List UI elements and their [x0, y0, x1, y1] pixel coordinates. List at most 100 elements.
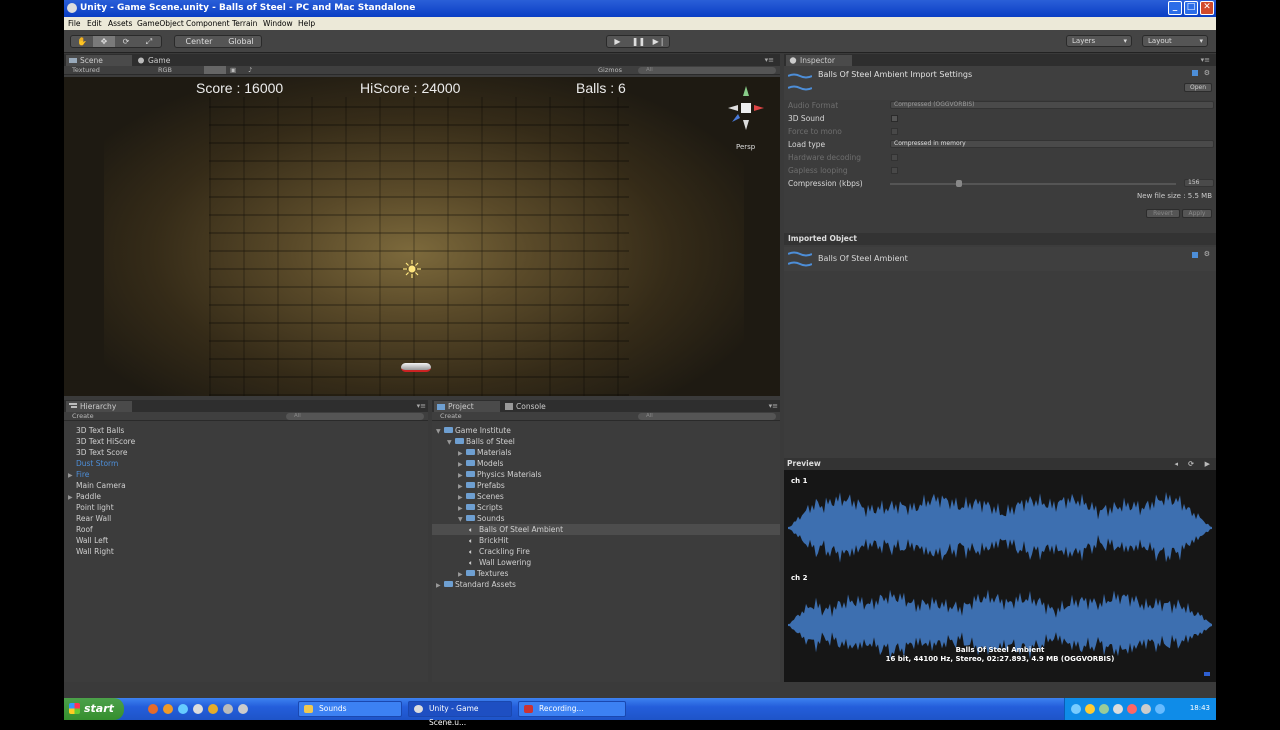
menu-file[interactable]: File [68, 19, 81, 28]
unity-quick-icon[interactable] [223, 704, 233, 714]
tab-hierarchy[interactable]: Hierarchy [66, 401, 132, 412]
light-gizmo-icon[interactable] [402, 259, 422, 279]
hierarchy-item[interactable]: Dust Storm [68, 458, 118, 469]
audio-format-dropdown[interactable]: Compressed (OGGVORBIS) [890, 101, 1214, 109]
tray-icon-2[interactable] [1085, 704, 1095, 714]
hierarchy-item[interactable]: ▶ Paddle [68, 491, 101, 502]
tray-icon-4[interactable] [1113, 704, 1123, 714]
layers-dropdown[interactable]: Layers [1066, 35, 1132, 47]
volume-icon[interactable] [1141, 704, 1151, 714]
tray-icon-3[interactable] [1099, 704, 1109, 714]
panel-menu-icon[interactable]: ▾≡ [765, 56, 774, 64]
image-toggle-icon[interactable]: ▣ [230, 66, 236, 74]
tray-icon-5[interactable] [1127, 704, 1137, 714]
preview-play-icon[interactable]: ▶ [1205, 458, 1210, 470]
hierarchy-item[interactable]: Main Camera [68, 480, 126, 491]
preview-refresh-icon[interactable]: ⟳ [1188, 458, 1194, 470]
expand-arrow-icon[interactable]: ▶ [436, 580, 444, 591]
help-book-icon[interactable] [1192, 70, 1198, 76]
task-recording[interactable]: Recording... [518, 701, 626, 717]
project-folder-item[interactable]: ▶ Physics Materials [432, 469, 780, 480]
orientation-gizmo-icon[interactable] [726, 84, 766, 138]
compression-slider-thumb[interactable] [956, 180, 962, 187]
close-button[interactable]: ✕ [1200, 1, 1214, 15]
project-folder-item[interactable]: ▼ Game Institute [432, 425, 780, 436]
project-create-dropdown[interactable]: Create [440, 412, 462, 420]
hierarchy-item[interactable]: 3D Text HiScore [68, 436, 135, 447]
load-type-dropdown[interactable]: Compressed in memory [890, 140, 1214, 148]
imported-help-icon[interactable] [1192, 252, 1198, 258]
gear-icon[interactable]: ⚙ [1204, 69, 1210, 77]
ie-icon[interactable] [178, 704, 188, 714]
scene-search-input[interactable]: All [638, 67, 776, 74]
tab-inspector[interactable]: Inspector [786, 55, 852, 66]
tab-project[interactable]: Project [434, 401, 500, 412]
open-button[interactable]: Open [1184, 83, 1212, 92]
imported-gear-icon[interactable]: ⚙ [1204, 250, 1210, 258]
apply-button[interactable]: Apply [1182, 209, 1212, 218]
hand-tool-icon[interactable]: ✋ [71, 36, 93, 47]
hierarchy-item[interactable]: Roof [68, 524, 93, 535]
chrome-icon[interactable] [208, 704, 218, 714]
project-search-input[interactable]: All [638, 413, 776, 420]
move-tool-icon[interactable]: ✥ [93, 36, 115, 47]
project-folder-item[interactable]: ▶ Textures [432, 568, 780, 579]
project-folder-item[interactable]: ▼ Balls of Steel [432, 436, 780, 447]
hierarchy-menu-icon[interactable]: ▾≡ [417, 402, 426, 410]
project-sound-item[interactable]: 🔈︎ Wall Lowering [432, 557, 780, 568]
start-button[interactable]: start [64, 698, 124, 720]
minimize-button[interactable]: _ [1168, 1, 1182, 15]
revert-button[interactable]: Revert [1146, 209, 1180, 218]
menu-gameobject[interactable]: GameObject [137, 19, 184, 28]
tab-game[interactable]: Game [134, 55, 194, 66]
menu-edit[interactable]: Edit [87, 19, 102, 28]
project-folder-item[interactable]: ▶ Prefabs [432, 480, 780, 491]
view-persp-label[interactable]: Persp [736, 143, 755, 151]
project-sound-item[interactable]: 🔈︎ BrickHit [432, 535, 780, 546]
network-icon[interactable] [1155, 704, 1165, 714]
hierarchy-item[interactable]: Wall Left [68, 535, 108, 546]
hierarchy-search-input[interactable]: All [286, 413, 424, 420]
tab-scene[interactable]: Scene [66, 55, 132, 66]
compression-value-field[interactable]: 156 [1184, 179, 1214, 187]
hierarchy-item[interactable]: 3D Text Balls [68, 425, 124, 436]
project-folder-item[interactable]: ▶ Standard Assets [432, 579, 780, 590]
hardware-decoding-checkbox[interactable] [891, 154, 898, 161]
project-folder-item[interactable]: ▶ Scenes [432, 491, 780, 502]
scene-viewport[interactable]: Score : 16000 HiScore : 24000 Balls : 6 … [64, 77, 780, 396]
task-unity[interactable]: Unity - Game Scene.u... [408, 701, 512, 727]
inspector-menu-icon[interactable]: ▾≡ [1201, 56, 1210, 64]
hierarchy-item[interactable]: ▶ Fire [68, 469, 89, 480]
tray-icon-1[interactable] [1071, 704, 1081, 714]
task-sounds[interactable]: Sounds [298, 701, 402, 717]
gapless-looping-checkbox[interactable] [891, 167, 898, 174]
pivot-center-button[interactable]: Center [177, 36, 221, 47]
step-button-icon[interactable]: ▶❘ [649, 36, 669, 47]
project-folder-item[interactable]: ▶ Scripts [432, 502, 780, 513]
vlc-icon[interactable] [163, 704, 173, 714]
gizmos-dropdown[interactable]: Gizmos [598, 66, 622, 74]
firefox-icon[interactable] [148, 704, 158, 714]
3d-sound-checkbox[interactable] [891, 115, 898, 122]
maximize-button[interactable]: □ [1184, 1, 1198, 15]
project-sound-item[interactable]: 🔈︎ Crackling Fire [432, 546, 780, 557]
pivot-global-button[interactable]: Global [221, 36, 261, 47]
play-button-icon[interactable]: ▶ [607, 36, 628, 47]
hierarchy-item[interactable]: Rear Wall [68, 513, 111, 524]
force-mono-checkbox[interactable] [891, 128, 898, 135]
menu-help[interactable]: Help [298, 19, 315, 28]
audio-toggle-icon[interactable]: ♪ [248, 66, 252, 74]
hierarchy-item[interactable]: 3D Text Score [68, 447, 128, 458]
lighting-toggle-icon[interactable] [204, 66, 226, 74]
waveform-area[interactable]: ch 1 ch 2 Balls Of Steel Ambient 16 bit,… [784, 470, 1216, 682]
project-folder-item[interactable]: ▶ Materials [432, 447, 780, 458]
tab-console[interactable]: Console [502, 401, 568, 412]
resize-handle-icon[interactable] [1204, 672, 1210, 676]
color-mode-dropdown[interactable]: RGB [158, 66, 172, 74]
scale-tool-icon[interactable]: ⤢ [137, 36, 161, 47]
project-sound-item[interactable]: 🔈︎ Balls Of Steel Ambient [432, 524, 780, 535]
render-mode-dropdown[interactable]: Textured [72, 66, 100, 74]
menu-terrain[interactable]: Terrain [232, 19, 257, 28]
menu-window[interactable]: Window [263, 19, 293, 28]
menu-component[interactable]: Component [186, 19, 230, 28]
